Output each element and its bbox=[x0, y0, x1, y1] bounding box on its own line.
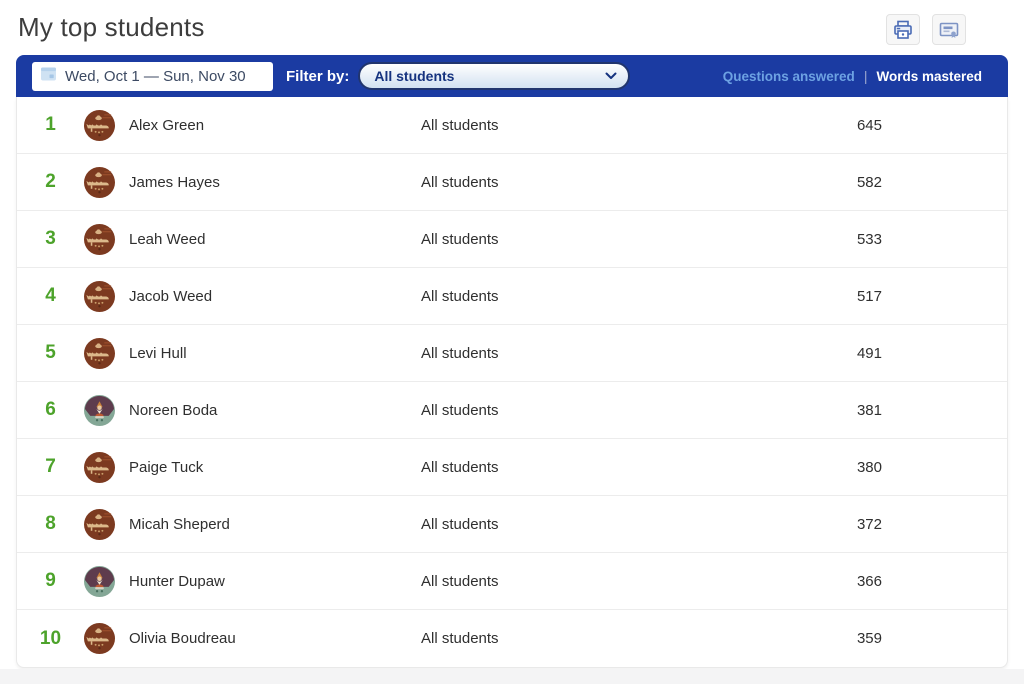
leaderboard-panel: Wed, Oct 1 — Sun, Nov 30 Filter by: All … bbox=[16, 55, 1008, 668]
crocodile-avatar-icon bbox=[84, 109, 115, 141]
student-name: Hunter Dupaw bbox=[129, 572, 225, 590]
crocodile-avatar-icon bbox=[84, 166, 115, 198]
crocodile-avatar-icon bbox=[84, 508, 115, 540]
metric-value: 517 bbox=[856, 287, 882, 305]
metric-tabs: Questions answered | Words mastered bbox=[723, 68, 982, 84]
table-row: 4 Jacob Weed All students 517 bbox=[17, 268, 1007, 325]
rank-number: 8 bbox=[45, 513, 56, 534]
page-title: My top students bbox=[18, 12, 205, 42]
group-name: All students bbox=[421, 230, 499, 248]
metric-value: 366 bbox=[856, 572, 882, 590]
rank-number: 5 bbox=[45, 342, 56, 363]
metric-value: 359 bbox=[856, 630, 882, 647]
group-name: All students bbox=[421, 630, 499, 647]
student-name: Leah Weed bbox=[129, 230, 206, 248]
table-row: 9 Hunter Dupaw All students 366 bbox=[17, 553, 1007, 610]
student-name: James Hayes bbox=[129, 173, 220, 191]
calendar-icon bbox=[40, 65, 57, 87]
avatar bbox=[84, 394, 115, 426]
certificate-icon bbox=[938, 19, 960, 41]
avatar bbox=[84, 508, 115, 540]
metric-value: 533 bbox=[856, 230, 882, 248]
group-name: All students bbox=[421, 173, 499, 191]
crocodile-avatar-icon bbox=[84, 623, 115, 654]
filter-bar: Wed, Oct 1 — Sun, Nov 30 Filter by: All … bbox=[16, 55, 1008, 97]
print-button[interactable] bbox=[886, 14, 920, 45]
header: My top students bbox=[0, 0, 1024, 55]
rank-number: 3 bbox=[45, 228, 56, 249]
certificates-button[interactable] bbox=[932, 14, 966, 45]
avatar bbox=[84, 451, 115, 483]
header-actions bbox=[886, 14, 966, 45]
tab-words-mastered[interactable]: Words mastered bbox=[876, 69, 982, 84]
avatar bbox=[84, 565, 115, 597]
avatar bbox=[84, 223, 115, 255]
metric-value: 381 bbox=[856, 401, 882, 419]
tab-questions-answered[interactable]: Questions answered bbox=[723, 69, 855, 84]
student-name: Paige Tuck bbox=[129, 458, 204, 476]
student-name: Noreen Boda bbox=[129, 401, 218, 419]
metric-value: 645 bbox=[856, 116, 882, 134]
crocodile-avatar-icon bbox=[84, 451, 115, 483]
leaderboard-rows: 1 Alex Green All students 645 2 James Ha… bbox=[16, 97, 1008, 668]
avatar bbox=[84, 166, 115, 198]
rank-number: 7 bbox=[45, 456, 56, 477]
group-name: All students bbox=[421, 572, 499, 590]
group-name: All students bbox=[421, 287, 499, 305]
chevron-down-icon bbox=[605, 67, 617, 85]
metric-value: 582 bbox=[856, 173, 882, 191]
student-name: Olivia Boudreau bbox=[129, 630, 236, 647]
gnome-avatar-icon bbox=[84, 565, 115, 597]
filter-by-label: Filter by: bbox=[286, 67, 350, 85]
student-name: Jacob Weed bbox=[129, 287, 213, 305]
crocodile-avatar-icon bbox=[84, 223, 115, 255]
rank-number: 9 bbox=[45, 570, 56, 591]
group-name: All students bbox=[421, 401, 499, 419]
printer-icon bbox=[892, 19, 914, 41]
student-filter-value: All students bbox=[374, 68, 455, 84]
table-row: 8 Micah Sheperd All students 372 bbox=[17, 496, 1007, 553]
date-range-label: Wed, Oct 1 — Sun, Nov 30 bbox=[65, 67, 246, 85]
rank-number: 6 bbox=[45, 399, 56, 420]
gnome-avatar-icon bbox=[84, 394, 115, 426]
group-name: All students bbox=[421, 116, 499, 134]
table-row: 6 Noreen Boda All students 381 bbox=[17, 382, 1007, 439]
rank-number: 10 bbox=[39, 627, 62, 649]
table-row: 7 Paige Tuck All students 380 bbox=[17, 439, 1007, 496]
student-filter-select[interactable]: All students bbox=[358, 62, 631, 90]
avatar bbox=[84, 337, 115, 369]
group-name: All students bbox=[421, 515, 499, 533]
metric-value: 380 bbox=[856, 458, 882, 476]
tab-separator: | bbox=[863, 68, 868, 84]
rank-number: 2 bbox=[45, 171, 56, 192]
table-row: 5 Levi Hull All students 491 bbox=[17, 325, 1007, 382]
rank-number: 1 bbox=[45, 114, 56, 135]
group-name: All students bbox=[421, 344, 499, 362]
table-row: 3 Leah Weed All students 533 bbox=[17, 211, 1007, 268]
avatar bbox=[84, 109, 115, 141]
group-name: All students bbox=[421, 458, 499, 476]
table-row: 1 Alex Green All students 645 bbox=[17, 97, 1007, 154]
student-name: Micah Sheperd bbox=[129, 515, 230, 533]
avatar bbox=[84, 623, 115, 654]
date-range-picker[interactable]: Wed, Oct 1 — Sun, Nov 30 bbox=[32, 61, 273, 91]
student-name: Alex Green bbox=[129, 116, 205, 134]
student-name: Levi Hull bbox=[129, 344, 187, 362]
metric-value: 372 bbox=[856, 515, 882, 533]
page: My top students Wed, Oct 1 — Sun, Nov 30… bbox=[0, 0, 1024, 684]
table-row: 10 Olivia Boudreau All students 359 bbox=[17, 610, 1007, 667]
footer-strip bbox=[0, 669, 1024, 684]
avatar bbox=[84, 280, 115, 312]
metric-value: 491 bbox=[856, 344, 882, 362]
crocodile-avatar-icon bbox=[84, 280, 115, 312]
table-row: 2 James Hayes All students 582 bbox=[17, 154, 1007, 211]
rank-number: 4 bbox=[45, 285, 56, 306]
crocodile-avatar-icon bbox=[84, 337, 115, 369]
